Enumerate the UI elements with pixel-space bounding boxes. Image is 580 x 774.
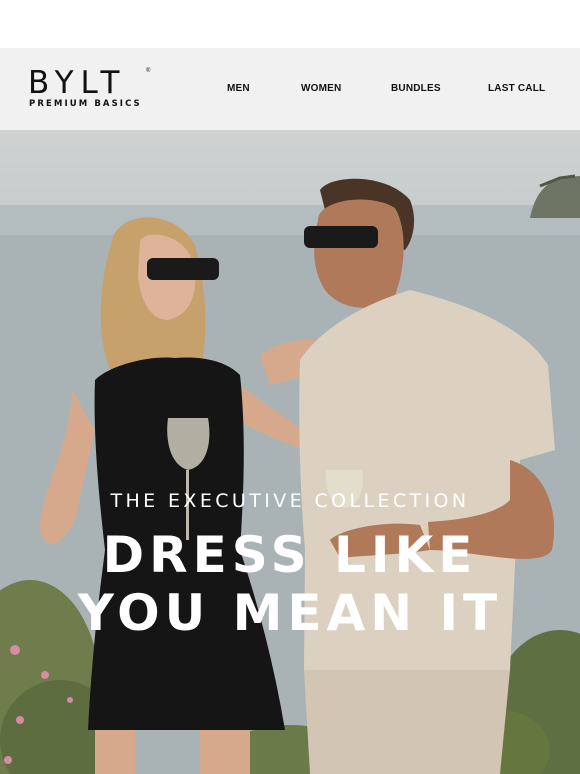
site-header: BYLT ® PREMIUM BASICS MEN WOMEN BUNDLES … [0, 48, 580, 130]
hero-headline-line-1: DRESS LIKE [102, 526, 478, 584]
nav-item-bundles[interactable]: BUNDLES [391, 83, 441, 94]
hero-photo [0, 174, 580, 774]
bylt-logo[interactable]: BYLT ® PREMIUM BASICS [28, 68, 158, 112]
hero-headline-line-2: YOU MEAN IT [77, 584, 503, 642]
email-top-spacer [0, 0, 580, 48]
nav-item-men[interactable]: MEN [227, 83, 250, 94]
logo-wordmark: BYLT [28, 65, 127, 101]
nav-item-last-call[interactable]: LAST CALL [488, 83, 545, 94]
logo-tagline: PREMIUM BASICS [29, 99, 142, 109]
hero-headline: DRESS LIKE YOU MEAN IT [0, 526, 580, 642]
registered-mark: ® [146, 68, 151, 74]
nav-item-women[interactable]: WOMEN [301, 83, 341, 94]
hero-banner[interactable]: THE EXECUTIVE COLLECTION DRESS LIKE YOU … [0, 130, 580, 774]
hero-eyebrow: THE EXECUTIVE COLLECTION [110, 490, 470, 512]
